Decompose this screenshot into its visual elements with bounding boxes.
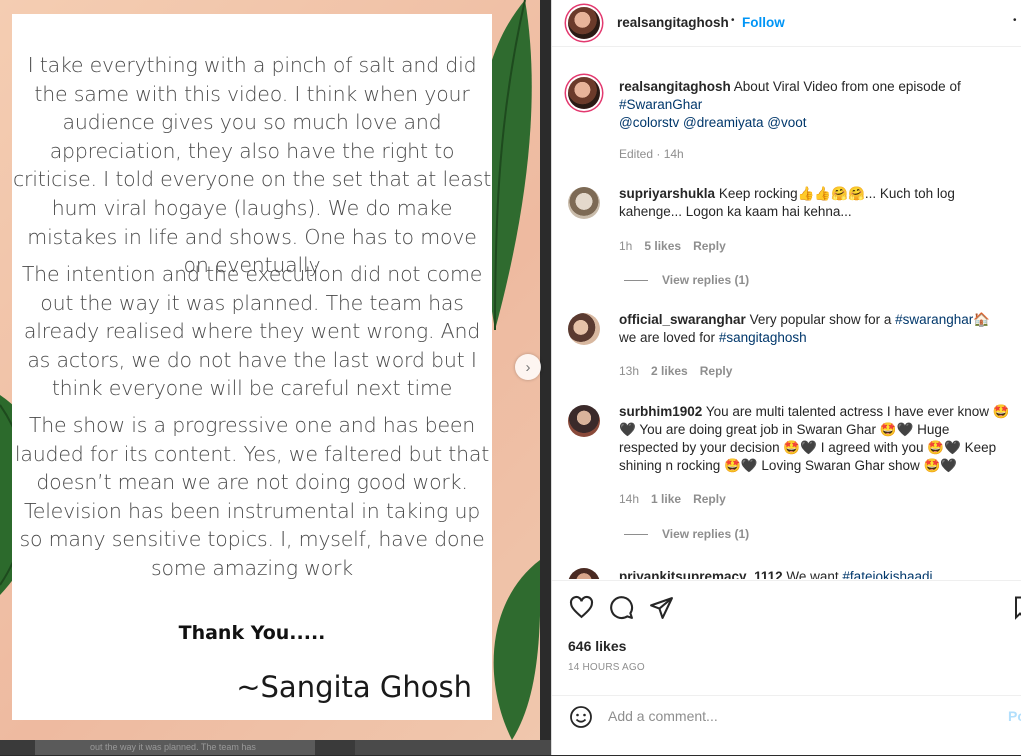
- comment: priyankitsupremacy_1112 We want #fateiok…: [568, 566, 1008, 579]
- comment-text: We want: [786, 569, 839, 579]
- signature-text: ~Sangita Ghosh: [236, 670, 472, 704]
- quote-card: I take everything with a pinch of salt a…: [12, 14, 492, 720]
- comment-time: 14h: [619, 492, 640, 506]
- comment-username[interactable]: supriyarshukla: [619, 186, 715, 201]
- post-image[interactable]: I take everything with a pinch of salt a…: [0, 0, 540, 740]
- follow-button[interactable]: Follow: [742, 15, 785, 30]
- reply-button[interactable]: Reply: [693, 492, 726, 506]
- view-replies-label: View replies (1): [662, 527, 750, 541]
- comment-text-block: official_swaranghar Very popular show fo…: [619, 311, 1011, 347]
- add-comment-bar: Add a comment... Post: [552, 695, 1021, 756]
- caption-text-block: realsangitaghosh About Viral Video from …: [619, 78, 1011, 132]
- mention-dreamiyata[interactable]: @dreamiyata: [683, 115, 764, 130]
- post-comment-button[interactable]: Post: [1008, 708, 1021, 724]
- view-replies[interactable]: View replies (1): [624, 527, 749, 541]
- post-actions: 646 likes 14 HOURS AGO: [552, 580, 1021, 696]
- comment-text-block: priyankitsupremacy_1112 We want #fateiok…: [619, 568, 1008, 579]
- thumbnail-text: out the way it was planned. The team has: [90, 742, 256, 752]
- mention-voot[interactable]: @voot: [767, 115, 806, 130]
- header-username[interactable]: realsangitaghosh: [617, 15, 729, 30]
- emoji-icon[interactable]: [569, 705, 593, 729]
- comment-text: Very popular show for a: [749, 312, 892, 327]
- more-options-icon[interactable]: •: [1013, 15, 1017, 26]
- comment-time: 1h: [619, 239, 633, 253]
- comment-text-block: surbhim1902 You are multi talented actre…: [619, 403, 1011, 475]
- comment-likes[interactable]: 1 like: [651, 492, 681, 506]
- caption-hashtag[interactable]: #SwaranGhar: [619, 97, 702, 112]
- share-icon[interactable]: [649, 595, 674, 620]
- avatar[interactable]: [568, 187, 600, 219]
- comment-meta: 14h 1 like Reply: [619, 492, 726, 506]
- divider: [624, 279, 648, 281]
- post-header: realsangitaghosh • Follow •: [552, 0, 1021, 47]
- comment-likes[interactable]: 2 likes: [651, 364, 688, 378]
- comment-text-block: supriyarshukla Keep rocking👍👍🤗🤗... Kuch …: [619, 185, 1011, 221]
- chevron-right-icon: ›: [525, 358, 531, 376]
- mention-colorstv[interactable]: @colorstv: [619, 115, 679, 130]
- comment-hashtag[interactable]: #swaranghar🏠: [895, 312, 990, 327]
- caption-text: About Viral Video from one episode of: [733, 79, 961, 94]
- caption-meta: Edited · 14h: [619, 147, 684, 161]
- avatar[interactable]: [568, 7, 600, 39]
- thumbnail[interactable]: out the way it was planned. The team has: [35, 740, 315, 755]
- comment-meta: 13h 2 likes Reply: [619, 364, 732, 378]
- comment-icon[interactable]: [609, 595, 634, 620]
- likes-count[interactable]: 646 likes: [568, 638, 626, 654]
- view-replies[interactable]: View replies (1): [624, 273, 749, 287]
- comment-input[interactable]: Add a comment...: [608, 708, 718, 724]
- comment-time: 13h: [619, 364, 640, 378]
- comment-hashtag[interactable]: #fateiokishaadi: [842, 569, 932, 579]
- comment-hashtag[interactable]: #sangitaghosh: [719, 330, 807, 345]
- caption-username[interactable]: realsangitaghosh: [619, 79, 731, 94]
- carousel-dots: [238, 716, 256, 720]
- avatar[interactable]: [568, 568, 600, 579]
- next-slide-button[interactable]: ›: [515, 354, 541, 380]
- divider: [624, 533, 648, 535]
- quote-paragraph-1: I take everything with a pinch of salt a…: [12, 53, 492, 278]
- bookmark-icon[interactable]: [1014, 595, 1021, 620]
- view-replies-label: View replies (1): [662, 273, 750, 287]
- heart-icon[interactable]: [569, 595, 594, 620]
- quote-paragraph-2: The intention and the execution did not …: [21, 262, 483, 401]
- avatar[interactable]: [568, 313, 600, 345]
- quote-paragraph-3: The show is a progressive one and has be…: [14, 413, 490, 580]
- comment-text: we are loved for: [619, 330, 716, 345]
- separator-dot: •: [731, 15, 735, 26]
- comment-username[interactable]: official_swaranghar: [619, 312, 746, 327]
- comment-meta: 1h 5 likes Reply: [619, 239, 726, 253]
- reply-button[interactable]: Reply: [700, 364, 733, 378]
- thank-you-text: Thank You.....: [178, 622, 326, 644]
- comment-likes[interactable]: 5 likes: [644, 239, 681, 253]
- post-side-panel: realsangitaghosh • Follow • realsangitag…: [551, 0, 1021, 755]
- comment-username[interactable]: priyankitsupremacy_1112: [619, 569, 783, 579]
- avatar[interactable]: [568, 405, 600, 437]
- comment-username[interactable]: surbhim1902: [619, 404, 702, 419]
- post-time: 14 HOURS AGO: [568, 662, 645, 673]
- reply-button[interactable]: Reply: [693, 239, 726, 253]
- avatar[interactable]: [568, 77, 600, 109]
